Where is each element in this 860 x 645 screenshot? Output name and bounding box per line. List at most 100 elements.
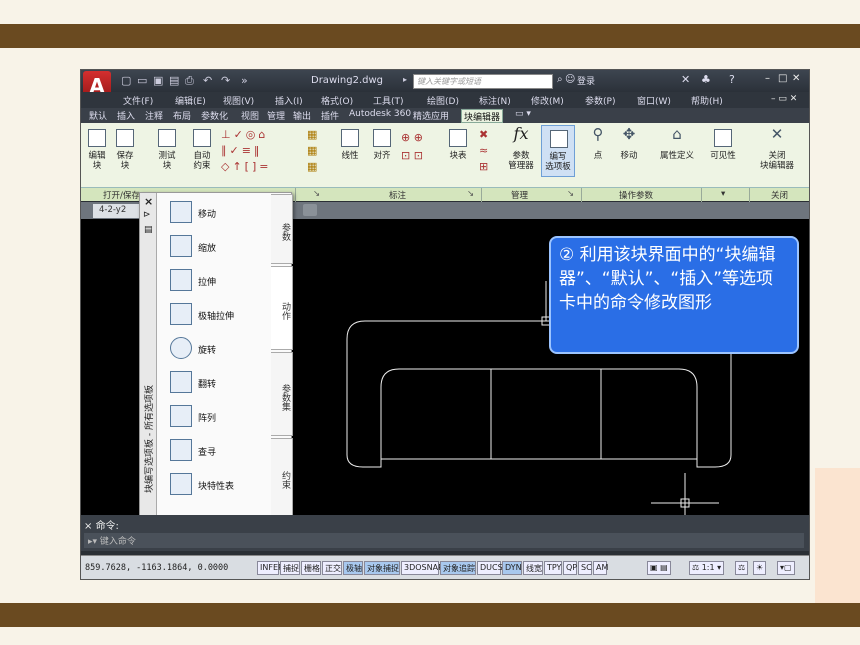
- login-button[interactable]: 登录: [577, 74, 595, 87]
- status-toggle-13[interactable]: SC: [578, 561, 592, 575]
- menu-tools[interactable]: 工具(T): [373, 94, 404, 107]
- auto-constrain-button[interactable]: 自动 约束: [189, 129, 215, 171]
- menu-modify[interactable]: 修改(M): [531, 94, 564, 107]
- panel-dropdown-icon[interactable]: ▾: [721, 189, 725, 199]
- command-close-icon[interactable]: ×: [84, 521, 96, 532]
- dimension-icons[interactable]: ⊕ ⊕ ⊡ ⊡: [401, 129, 441, 169]
- menu-insert[interactable]: 插入(I): [275, 94, 303, 107]
- maximize-icon[interactable]: □: [778, 73, 787, 84]
- status-toggle-14[interactable]: AM: [593, 561, 608, 575]
- status-toggle-7[interactable]: 对象追踪: [440, 561, 476, 575]
- help-icon[interactable]: ?: [729, 73, 735, 86]
- tab-annotate[interactable]: 注释: [143, 109, 165, 122]
- palette-tab-actions[interactable]: 动作: [271, 266, 293, 350]
- geometric-constraint-icons[interactable]: ⊥✓◎⌂ ∥✓≡‖ ◇↑[]=: [221, 127, 293, 177]
- panel-expand-icon[interactable]: ↘: [313, 189, 320, 199]
- visibility-button[interactable]: 可见性: [705, 129, 741, 161]
- parameter-manager-button[interactable]: fx 参数 管理器: [505, 126, 537, 172]
- tab-insert[interactable]: 插入: [115, 109, 137, 122]
- menu-view[interactable]: 视图(V): [223, 94, 254, 107]
- panel-dimension[interactable]: 标注: [389, 189, 406, 201]
- authoring-palettes-button[interactable]: 编写 选项板: [541, 125, 575, 177]
- menu-dimension[interactable]: 标注(N): [479, 94, 511, 107]
- tab-view[interactable]: 视图: [239, 109, 261, 122]
- menu-draw[interactable]: 绘图(D): [427, 94, 459, 107]
- model-layout-icon[interactable]: ▣ ▤: [647, 561, 671, 575]
- block-table-button[interactable]: 块表: [445, 129, 471, 161]
- doc-window-controls[interactable]: – ▭ ✕: [771, 94, 797, 104]
- undo-icon[interactable]: ↶: [203, 74, 212, 87]
- panel-open-save[interactable]: 打开/保存: [103, 189, 140, 201]
- minimize-icon[interactable]: –: [765, 73, 770, 84]
- open-file-icon[interactable]: ▭: [137, 74, 147, 87]
- palette-tab-parameter-sets[interactable]: 参数集: [271, 352, 293, 436]
- tab-options-icon[interactable]: ▭ ▾: [513, 109, 533, 119]
- print-icon[interactable]: ⎙: [185, 74, 194, 88]
- point-parameter-button[interactable]: ⚲ 点: [587, 127, 609, 162]
- edit-block-button[interactable]: 编辑 块: [85, 129, 109, 171]
- exchange-icon[interactable]: ✕: [681, 73, 690, 86]
- workspace-icon[interactable]: ☀: [753, 561, 767, 575]
- close-block-editor-button[interactable]: ✕ 关闭 块编辑器: [753, 127, 801, 172]
- menu-file[interactable]: 文件(F): [123, 94, 153, 107]
- linear-button[interactable]: 线性: [337, 129, 363, 161]
- status-toggle-5[interactable]: 对象捕捉: [364, 561, 400, 575]
- redo-icon[interactable]: ↷: [221, 74, 230, 87]
- new-file-icon[interactable]: ▢: [121, 74, 131, 87]
- test-block-button[interactable]: 测试 块: [155, 129, 179, 171]
- constraint-display-icons[interactable]: ▦ ▦ ▦: [307, 127, 321, 177]
- status-toggle-9[interactable]: DYN: [502, 561, 522, 575]
- search-input[interactable]: 键入关键字或短语: [413, 74, 553, 89]
- tab-manage[interactable]: 管理: [265, 109, 287, 122]
- status-toggle-4[interactable]: 极轴: [343, 561, 363, 575]
- save-as-icon[interactable]: ▤: [169, 74, 179, 87]
- tab-featured-apps[interactable]: 精选应用: [411, 109, 451, 122]
- menu-window[interactable]: 窗口(W): [637, 94, 671, 107]
- tab-autodesk360[interactable]: Autodesk 360: [347, 109, 413, 119]
- annotation-visibility-icon[interactable]: ⚖: [735, 561, 749, 575]
- network-icon[interactable]: ♣: [701, 73, 711, 86]
- more-icon[interactable]: »: [241, 74, 248, 87]
- palette-close-icon[interactable]: ×: [144, 195, 153, 208]
- panel-close[interactable]: 关闭: [771, 189, 788, 201]
- new-tab-icon[interactable]: [303, 204, 317, 216]
- manage-small-icons[interactable]: ✖ ≈ ⊞: [479, 127, 495, 177]
- tab-default[interactable]: 默认: [87, 109, 109, 122]
- status-toggle-2[interactable]: 栅格: [301, 561, 321, 575]
- palette-tab-parameters[interactable]: 参数: [271, 194, 293, 264]
- status-toggle-8[interactable]: DUCS: [477, 561, 503, 575]
- status-toggle-11[interactable]: TPY: [544, 561, 562, 575]
- status-toggle-3[interactable]: 正交: [322, 561, 342, 575]
- aligned-button[interactable]: 对齐: [369, 129, 395, 161]
- toolbar-lock-icon[interactable]: ▾▢: [777, 561, 795, 575]
- tab-layout[interactable]: 布局: [171, 109, 193, 122]
- save-block-button[interactable]: 保存 块: [113, 129, 137, 171]
- palette-autohide-icon[interactable]: ⊳: [143, 210, 151, 220]
- tab-parametric[interactable]: 参数化: [199, 109, 230, 122]
- panel-manage[interactable]: 管理: [511, 189, 528, 201]
- move-action-button[interactable]: ✥ 移动: [615, 127, 643, 162]
- attribute-definition-button[interactable]: ⌂ 属性定义: [655, 127, 699, 162]
- status-toggle-0[interactable]: INFER: [257, 561, 284, 575]
- save-icon[interactable]: ▣: [153, 74, 163, 87]
- panel-expand-icon[interactable]: ↘: [467, 189, 474, 199]
- tab-plugins[interactable]: 插件: [319, 109, 341, 122]
- status-toggle-10[interactable]: 线宽: [523, 561, 543, 575]
- menu-parametric[interactable]: 参数(P): [585, 94, 615, 107]
- panel-action-parameters[interactable]: 操作参数: [619, 189, 653, 201]
- tab-output[interactable]: 输出: [291, 109, 313, 122]
- menu-help[interactable]: 帮助(H): [691, 94, 723, 107]
- palette-tab-constraints[interactable]: 约束: [271, 438, 293, 516]
- menu-format[interactable]: 格式(O): [321, 94, 353, 107]
- close-icon[interactable]: ✕: [792, 73, 800, 84]
- status-toggle-6[interactable]: 3DOSNAP: [401, 561, 443, 575]
- status-toggle-1[interactable]: 捕捉: [280, 561, 300, 575]
- annotation-scale[interactable]: ⚖ 1:1 ▾: [689, 561, 725, 575]
- panel-expand-icon[interactable]: ↘: [567, 189, 574, 199]
- menu-edit[interactable]: 编辑(E): [175, 94, 206, 107]
- status-toggle-12[interactable]: QP: [563, 561, 577, 575]
- tab-block-editor[interactable]: 块编辑器: [461, 109, 504, 123]
- command-input[interactable]: ▸▾ 键入命令: [84, 533, 804, 548]
- binoculars-icon[interactable]: ⌕: [557, 74, 563, 85]
- command-prompt-icon[interactable]: ▸▾: [88, 537, 100, 547]
